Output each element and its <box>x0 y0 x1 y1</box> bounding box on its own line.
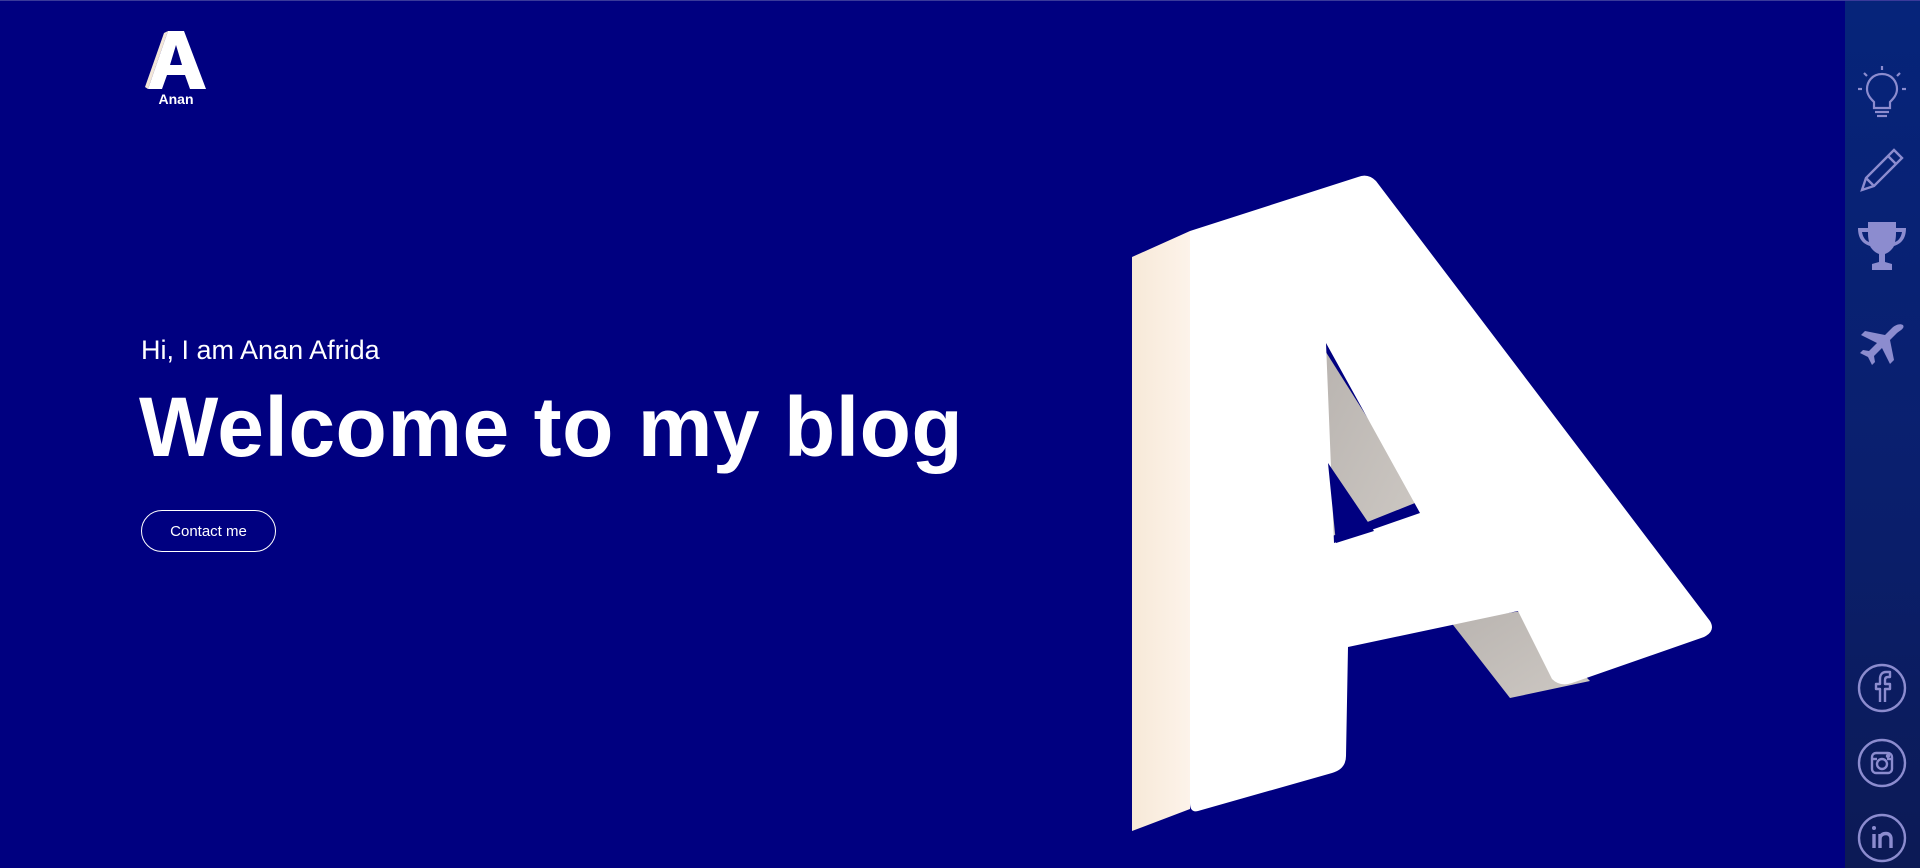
logo-letter-graphic <box>145 31 206 89</box>
linkedin-icon[interactable] <box>1855 811 1909 865</box>
hero-headline: Welcome to my blog <box>139 380 964 474</box>
right-sidebar <box>1845 1 1920 868</box>
hero-letter-graphic <box>1120 171 1720 841</box>
trophy-icon[interactable] <box>1855 221 1909 275</box>
airplane-icon[interactable] <box>1855 319 1909 373</box>
lightbulb-icon[interactable] <box>1855 65 1909 119</box>
logo-name: Anan <box>158 91 194 107</box>
page: Anan Hi, I am Anan Afrida Welcome to my … <box>0 0 1920 868</box>
hero-greeting: Hi, I am Anan Afrida <box>141 335 380 365</box>
pencil-icon[interactable] <box>1855 143 1909 197</box>
instagram-icon[interactable] <box>1855 736 1909 790</box>
contact-me-button[interactable]: Contact me <box>141 510 276 552</box>
site-logo[interactable]: Anan <box>140 27 212 111</box>
facebook-icon[interactable] <box>1855 661 1909 715</box>
